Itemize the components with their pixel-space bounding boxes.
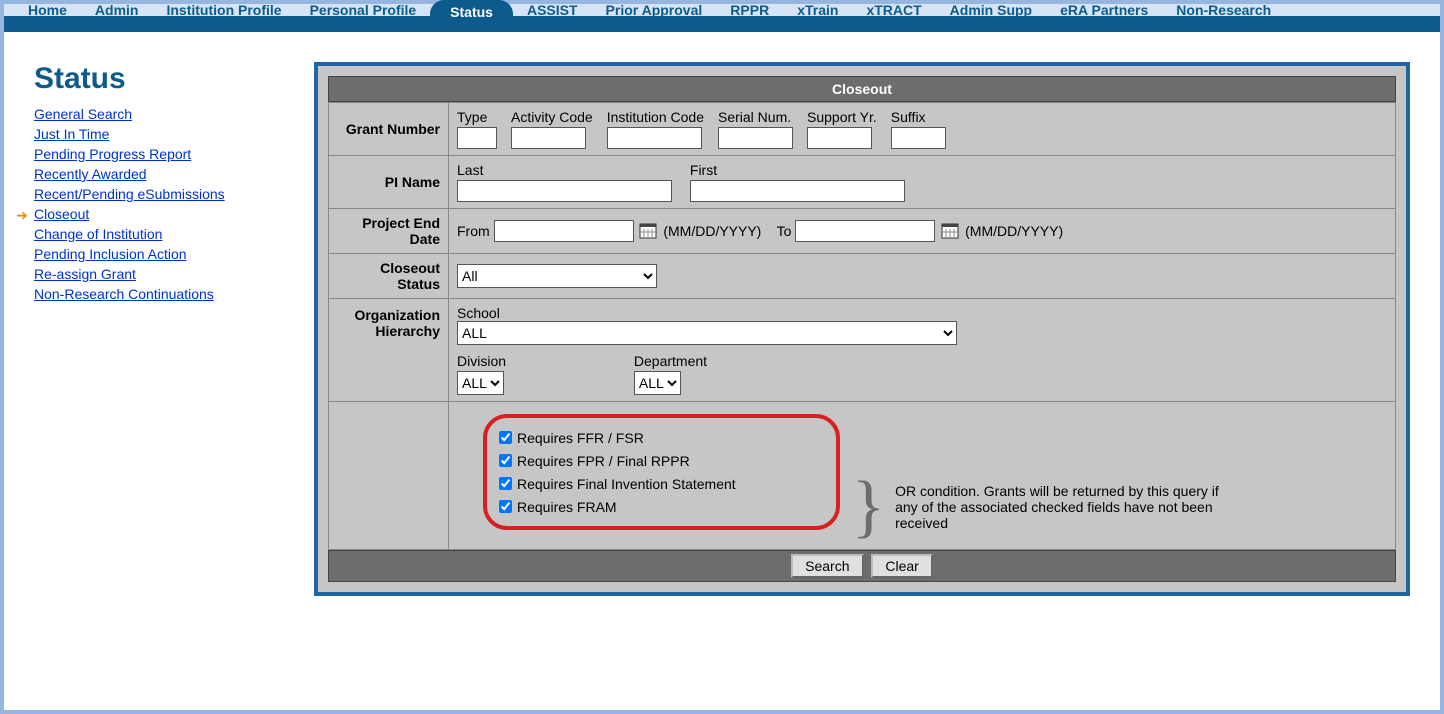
project-end-row: From (MM/DD/YYYY) To [449,209,1396,254]
nav-item-institution-profile[interactable]: Institution Profile [152,0,295,22]
nav-item-home[interactable]: Home [14,0,81,22]
project-end-label: Project End Date [329,209,449,254]
sidebar-link-change-of-institution[interactable]: Change of Institution [34,226,162,242]
page-title: Status [34,62,304,96]
sidebar-link-pending-inclusion-action[interactable]: Pending Inclusion Action [34,246,187,262]
from-date-input[interactable] [494,220,634,242]
nav-item-non-research[interactable]: Non-Research [1162,0,1285,22]
sidebar-link-just-in-time[interactable]: Just In Time [34,126,109,142]
grant-number-label: Grant Number [329,103,449,156]
grant-field-label: Institution Code [607,109,704,125]
grant-type-input[interactable] [457,127,497,149]
division-label: Division [457,353,506,369]
arrow-icon: ➜ [16,207,28,224]
grant-field-label: Activity Code [511,109,593,125]
panel-header: Closeout [328,76,1396,102]
checkbox-requires-ffr-fsr[interactable] [499,431,512,444]
school-select[interactable]: ALL [457,321,957,345]
nav-item-rppr[interactable]: RPPR [716,0,783,22]
sidebar: Status General Search Just In Time Pending… [34,62,304,596]
sidebar-link-non-research-continuations[interactable]: Non-Research Continuations [34,286,214,302]
checkbox-requires-final-invention-statement[interactable] [499,477,512,490]
nav-item-era-partners[interactable]: eRA Partners [1046,0,1162,22]
closeout-status-label: Closeout Status [329,254,449,299]
nav-item-status[interactable]: Status [430,0,513,24]
department-label: Department [634,353,707,369]
pi-last-label: Last [457,162,672,178]
clear-button[interactable]: Clear [871,554,932,578]
pi-last-input[interactable] [457,180,672,202]
sidebar-links: General Search Just In Time Pending Progre… [34,104,304,304]
org-hierarchy-label: Organization Hierarchy [329,299,449,402]
to-date-input[interactable] [795,220,935,242]
brace-text: OR condition. Grants will be returned by… [895,483,1225,531]
grant-fields-row: Type Activity Code Institution Code Serial … [449,103,1396,156]
closeout-panel: Closeout Grant Number Type Activity Code I… [314,62,1410,596]
closeout-status-select[interactable]: All [457,264,657,288]
checkbox-requires-fpr-final-rppr[interactable] [499,454,512,467]
school-label: School [457,305,500,321]
nav-item-prior-approval[interactable]: Prior Approval [592,0,717,22]
brace-icon: } [852,477,886,537]
requires-row: Requires FFR / FSR Requires FPR / Final R… [449,402,1396,550]
sidebar-link-general-search[interactable]: General Search [34,106,132,122]
requires-checkbox-group: Requires FFR / FSR Requires FPR / Final R… [483,414,840,530]
sidebar-link-recently-awarded[interactable]: Recently Awarded [34,166,147,182]
nav-item-admin[interactable]: Admin [81,0,153,22]
search-button[interactable]: Search [791,554,863,578]
grant-support-yr--input[interactable] [807,127,872,149]
grant-serial-num--input[interactable] [718,127,793,149]
calendar-icon[interactable] [639,221,657,242]
nav-item-admin-supp[interactable]: Admin Supp [936,0,1046,22]
date-hint-to: (MM/DD/YYYY) [965,223,1063,239]
grant-field-label: Support Yr. [807,109,877,125]
date-hint-from: (MM/DD/YYYY) [663,223,761,239]
checkbox-label: Requires FPR / Final RPPR [517,453,690,469]
checkbox-requires-fram[interactable] [499,500,512,513]
grant-activity-code-input[interactable] [511,127,586,149]
nav-item-xtrain[interactable]: xTrain [783,0,852,22]
department-select[interactable]: ALL [634,371,681,395]
sidebar-link-closeout[interactable]: Closeout [34,206,89,222]
sidebar-link-pending-progress-report[interactable]: Pending Progress Report [34,146,191,162]
checkbox-label: Requires FRAM [517,499,617,515]
closeout-status-row: All [449,254,1396,299]
org-hierarchy-row: School ALL Division ALL [449,299,1396,402]
nav-item-xtract[interactable]: xTRACT [852,0,935,22]
sidebar-link-re-assign-grant[interactable]: Re-assign Grant [34,266,136,282]
pi-first-input[interactable] [690,180,905,202]
pi-name-label: PI Name [329,156,449,209]
nav-item-assist[interactable]: ASSIST [513,0,592,22]
calendar-icon[interactable] [941,221,959,242]
footer-row: Search Clear [328,550,1396,582]
nav-item-personal-profile[interactable]: Personal Profile [296,0,431,22]
checkbox-label: Requires FFR / FSR [517,430,644,446]
pi-first-label: First [690,162,905,178]
grant-institution-code-input[interactable] [607,127,702,149]
grant-suffix-input[interactable] [891,127,946,149]
sidebar-link-recent-pending-esubmissions[interactable]: Recent/Pending eSubmissions [34,186,225,202]
pi-name-row: Last First [449,156,1396,209]
content-area: Closeout Grant Number Type Activity Code I… [314,62,1410,596]
grant-field-label: Suffix [891,109,946,125]
checkbox-label: Requires Final Invention Statement [517,476,736,492]
grant-field-label: Type [457,109,497,125]
to-label: To [777,223,792,239]
grant-field-label: Serial Num. [718,109,793,125]
division-select[interactable]: ALL [457,371,504,395]
nav-bar: HomeAdminInstitution ProfilePersonal Pro… [4,4,1440,32]
from-label: From [457,223,490,239]
